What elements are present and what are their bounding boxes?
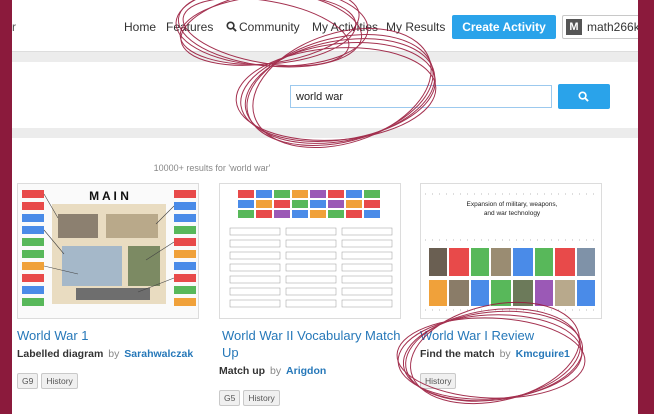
tag-list: G9 History xyxy=(17,371,81,389)
top-nav: r Home Features Community My Activities … xyxy=(12,0,638,52)
nav-features-link[interactable]: Features xyxy=(166,20,213,34)
left-frame xyxy=(0,0,12,414)
subject-tag: History xyxy=(243,390,280,406)
subject-tag: History xyxy=(41,373,78,389)
grade-tag: G9 xyxy=(17,373,39,389)
result-meta: Match up by Arigdon xyxy=(219,365,326,377)
thumbnail-word: M A I N xyxy=(89,189,129,203)
search-icon xyxy=(578,91,589,102)
page-content: r Home Features Community My Activities … xyxy=(12,0,638,414)
results-panel: 10000+ results for 'world war' M A I N W… xyxy=(12,138,638,414)
create-activity-button[interactable]: Create Activity xyxy=(452,15,556,39)
avatar: M xyxy=(566,19,582,35)
review-thumbnail-image: Expansion of military, weapons, and war … xyxy=(421,184,601,318)
search-panel xyxy=(12,62,638,128)
result-meta: Labelled diagram by Sarahwalczak xyxy=(17,348,193,360)
right-frame xyxy=(638,0,654,414)
nav-my-results-link[interactable]: My Results xyxy=(386,20,445,34)
nav-community-link[interactable]: Community xyxy=(239,20,300,34)
tag-list: History xyxy=(420,371,459,389)
thumbnail-heading: Expansion of military, weapons, and war … xyxy=(466,201,558,217)
by-label: by xyxy=(270,365,282,377)
match-up-thumbnail-image xyxy=(220,184,400,318)
nav-home-link[interactable]: Home xyxy=(124,20,156,34)
user-menu[interactable]: M math266k ▼ xyxy=(562,15,638,39)
nav-my-activities-link[interactable]: My Activities xyxy=(312,20,378,34)
result-meta: Find the match by Kmcguire1 xyxy=(420,348,570,360)
subject-tag: History xyxy=(420,373,457,389)
result-title-link[interactable]: World War II Vocabulary Match Up xyxy=(222,327,402,361)
result-thumbnail[interactable]: M A I N xyxy=(17,183,199,319)
activity-type: Match up xyxy=(219,365,266,377)
author-link[interactable]: Arigdon xyxy=(286,365,326,377)
by-label: by xyxy=(499,348,511,360)
search-input[interactable] xyxy=(290,85,552,108)
result-card[interactable]: World War II Vocabulary Match Up Match u… xyxy=(219,183,401,406)
result-title-link[interactable]: World War 1 xyxy=(17,327,207,344)
author-link[interactable]: Sarahwalczak xyxy=(124,348,193,360)
tag-list: G5 History xyxy=(219,388,283,406)
author-link[interactable]: Kmcguire1 xyxy=(516,348,570,360)
activity-type: Find the match xyxy=(420,348,495,360)
results-count: 10000+ results for 'world war' xyxy=(153,163,271,173)
chevron-down-icon: ▼ xyxy=(637,20,638,30)
activity-type: Labelled diagram xyxy=(17,348,104,360)
result-thumbnail[interactable] xyxy=(219,183,401,319)
result-title-link[interactable]: World War I Review xyxy=(420,327,610,344)
by-label: by xyxy=(108,348,120,360)
result-card[interactable]: M A I N World War 1 Labelled diagram by … xyxy=(17,183,199,389)
search-button[interactable] xyxy=(558,84,610,109)
username-label: math266k xyxy=(587,20,638,34)
grade-tag: G5 xyxy=(219,390,241,406)
result-card[interactable]: Expansion of military, weapons, and war … xyxy=(420,183,602,389)
nav-fragment-text: r xyxy=(12,20,16,34)
diagram-thumbnail-image: M A I N xyxy=(18,184,198,318)
result-thumbnail[interactable]: Expansion of military, weapons, and war … xyxy=(420,183,602,319)
search-icon xyxy=(226,21,237,32)
